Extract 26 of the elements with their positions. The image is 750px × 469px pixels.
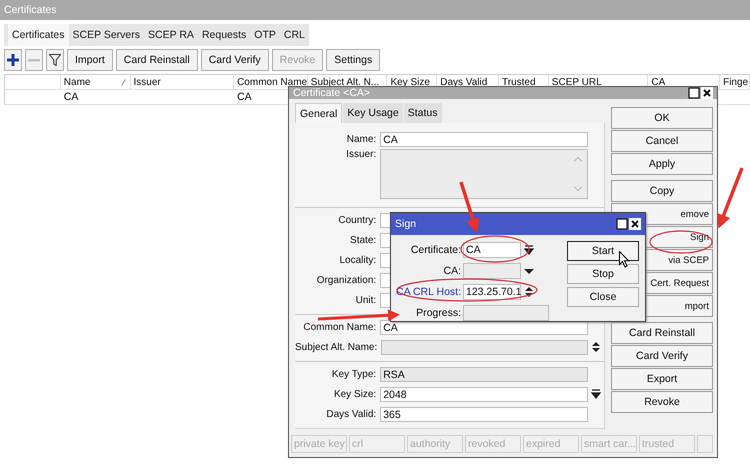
status-cell: crl — [349, 435, 405, 453]
field-label: Certificate: — [410, 244, 462, 256]
status-cell: private key — [291, 435, 347, 453]
field-label: Common Name: — [302, 322, 378, 332]
status-cell: trusted — [639, 435, 695, 453]
field-label: Organization: — [316, 274, 378, 286]
field-label: Subject Alt. Name: — [295, 342, 378, 352]
window-title: Certificates — [4, 4, 57, 16]
field-label: Locality: — [338, 254, 378, 266]
field-label: Unit: — [354, 294, 378, 306]
field-label: Key Size: — [332, 388, 378, 400]
dialog-title: Sign — [395, 218, 416, 230]
field-label: Key Type: — [330, 368, 378, 380]
field-label: Issuer: — [345, 149, 378, 160]
field-label: CA: — [442, 264, 462, 276]
field-label: State: — [349, 234, 378, 246]
field-label: Name: — [346, 134, 378, 144]
field-label: Progress: — [415, 306, 462, 318]
dialog-title: Certificate <CA> — [293, 87, 370, 99]
field-label: Country: — [337, 214, 378, 226]
field-label: Days Valid: — [325, 408, 378, 420]
table-cell-text: CA — [62, 90, 80, 104]
status-cell: revoked — [465, 435, 521, 453]
status-cell: smart car... — [581, 435, 637, 453]
status-cell: expired — [523, 435, 579, 453]
status-cell: authority — [407, 435, 463, 453]
